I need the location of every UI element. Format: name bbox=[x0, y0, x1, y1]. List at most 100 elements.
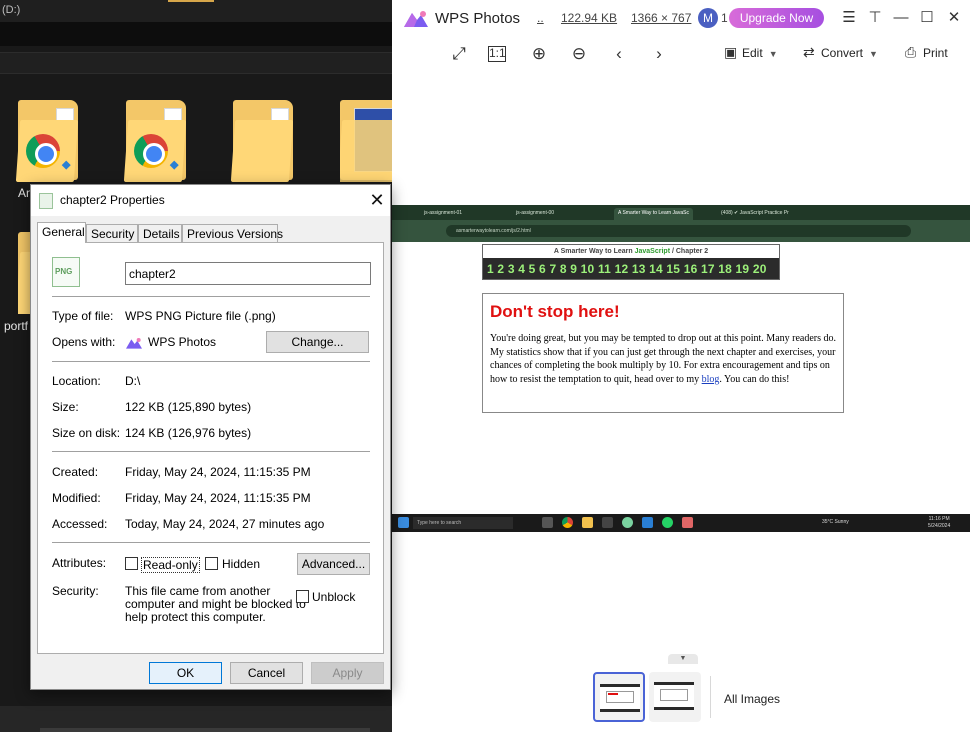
opens-with-label: Opens with: bbox=[52, 335, 116, 349]
ok-button[interactable]: OK bbox=[149, 662, 222, 684]
wps-header: WPS Photos .. 122.94 KB 1366 × 767 M 1 U… bbox=[392, 0, 970, 36]
modified-value: Friday, May 24, 2024, 11:15:35 PM bbox=[125, 491, 311, 505]
edit-button[interactable]: ▣ Edit ▼ bbox=[724, 44, 778, 64]
windows-start-icon bbox=[398, 517, 409, 528]
dialog-titlebar[interactable]: chapter2 Properties ✕ bbox=[31, 185, 390, 216]
security-text-line-3: help protect this computer. bbox=[125, 610, 266, 624]
file-size[interactable]: 122.94 KB bbox=[561, 11, 617, 25]
thumbnail[interactable] bbox=[649, 672, 701, 722]
chrome-icon bbox=[134, 134, 168, 168]
hidden-checkbox[interactable] bbox=[205, 557, 218, 570]
image-tab: (408) ✔ JavaScript Practice Pr bbox=[721, 210, 789, 216]
type-of-file-label: Type of file: bbox=[52, 309, 114, 323]
image-tab: A Smarter Way to Learn JavaSc bbox=[614, 208, 693, 220]
encouragement-text: You're doing great, but you may be tempt… bbox=[490, 333, 837, 385]
fit-screen-icon[interactable]: ⤢ bbox=[448, 43, 470, 65]
convert-button[interactable]: ⇄ Convert ▼ bbox=[803, 44, 878, 64]
security-label: Security: bbox=[52, 584, 99, 598]
explorer-toolbar bbox=[0, 22, 392, 46]
explorer-status-bar bbox=[0, 706, 392, 732]
actual-size-icon[interactable]: 1:1 bbox=[488, 46, 506, 62]
task-view-icon bbox=[542, 517, 553, 528]
size-value: 122 KB (125,890 bytes) bbox=[125, 400, 252, 414]
png-file-icon: PNG bbox=[52, 257, 80, 287]
menu-icon[interactable]: ☰ bbox=[840, 9, 858, 27]
created-label: Created: bbox=[52, 465, 99, 479]
explorer-column-header bbox=[0, 52, 392, 74]
accessed-label: Accessed: bbox=[52, 517, 108, 531]
hidden-label[interactable]: Hidden bbox=[222, 557, 260, 571]
active-tab-indicator bbox=[168, 0, 214, 2]
folder-icon[interactable]: ◆ bbox=[123, 100, 187, 182]
weather-text: 35°C Sunny bbox=[822, 519, 849, 525]
upgrade-button[interactable]: Upgrade Now bbox=[729, 8, 824, 28]
all-images-button[interactable]: All Images bbox=[724, 692, 780, 706]
apply-button[interactable]: Apply bbox=[311, 662, 384, 684]
cancel-button[interactable]: Cancel bbox=[230, 662, 303, 684]
tab-previous-versions[interactable]: Previous Versions bbox=[182, 224, 283, 242]
security-text-line-1: This file came from another bbox=[125, 584, 271, 598]
whatsapp-icon bbox=[662, 517, 673, 528]
tab-security[interactable]: Security bbox=[86, 224, 138, 242]
location-value: D:\ bbox=[125, 374, 141, 388]
encouragement-heading: Don't stop here! bbox=[490, 302, 620, 321]
next-icon[interactable]: › bbox=[648, 43, 670, 65]
print-button[interactable]: ⎙ Print bbox=[905, 44, 948, 64]
file-name-input[interactable] bbox=[125, 262, 371, 285]
zoom-out-icon[interactable]: ⊖ bbox=[568, 43, 590, 65]
displayed-image[interactable]: js-assignment-01 js-assignment-00 A Smar… bbox=[392, 205, 970, 532]
dialog-title: chapter2 Properties bbox=[60, 193, 165, 207]
type-of-file-value: WPS PNG Picture file (.png) bbox=[125, 309, 276, 323]
folder-icon[interactable] bbox=[340, 100, 392, 182]
zoom-in-icon[interactable]: ⊕ bbox=[528, 43, 550, 65]
minimize-icon[interactable]: — bbox=[892, 9, 910, 27]
advanced-button[interactable]: Advanced... bbox=[297, 553, 370, 575]
address-bar[interactable]: (D:) bbox=[0, 0, 392, 22]
change-button[interactable]: Change... bbox=[266, 331, 369, 353]
avatar-count: 1 bbox=[721, 11, 728, 25]
wps-photos-logo-icon bbox=[404, 11, 428, 27]
tab-general[interactable]: General bbox=[37, 222, 86, 243]
readonly-checkbox[interactable] bbox=[125, 557, 138, 570]
previous-icon[interactable]: ‹ bbox=[608, 43, 630, 65]
wps-photos-window: WPS Photos .. 122.94 KB 1366 × 767 M 1 U… bbox=[392, 0, 970, 732]
image-taskbar: Type here to search 35°C Sunny 11:16 PM 5… bbox=[392, 514, 970, 532]
book-header: A Smarter Way to Learn JavaScript / Chap… bbox=[482, 244, 780, 280]
unblock-label[interactable]: Unblock bbox=[312, 590, 355, 604]
collapse-thumbnails-icon[interactable]: ▼ bbox=[668, 654, 698, 664]
divider bbox=[52, 296, 370, 297]
modified-label: Modified: bbox=[52, 491, 101, 505]
app-icon bbox=[622, 517, 633, 528]
opens-with-value: WPS Photos bbox=[148, 335, 217, 349]
close-icon[interactable]: ✕ bbox=[945, 9, 963, 27]
folder-icon[interactable] bbox=[230, 100, 294, 182]
size-on-disk-value: 124 KB (126,976 bytes) bbox=[125, 426, 252, 440]
thumbnail-selected[interactable] bbox=[593, 672, 645, 722]
convert-icon: ⇄ bbox=[803, 44, 815, 60]
folder-icon[interactable]: ◆ bbox=[15, 100, 79, 182]
pin-icon[interactable]: ⊤ bbox=[866, 9, 884, 27]
avatar[interactable]: M bbox=[698, 8, 718, 28]
png-file-icon bbox=[39, 193, 53, 209]
security-text-line-2: computer and might be blocked to bbox=[125, 597, 306, 611]
image-tab: js-assignment-00 bbox=[516, 210, 555, 216]
unblock-checkbox[interactable] bbox=[296, 590, 309, 603]
app-icon bbox=[602, 517, 613, 528]
app-icon bbox=[682, 517, 693, 528]
encouragement-box: Don't stop here! You're doing great, but… bbox=[482, 293, 844, 413]
size-label: Size: bbox=[52, 400, 79, 414]
close-icon[interactable]: ✕ bbox=[367, 189, 387, 211]
thumbnail-separator bbox=[710, 676, 711, 718]
image-browser-tabs: js-assignment-01 js-assignment-00 A Smar… bbox=[392, 205, 970, 220]
image-url: asmarterwaytolearn.com/js/2.html bbox=[446, 225, 911, 237]
divider bbox=[52, 451, 370, 452]
readonly-label[interactable]: Read-only bbox=[141, 557, 200, 573]
image-dimensions[interactable]: 1366 × 767 bbox=[631, 11, 691, 25]
divider bbox=[52, 542, 370, 543]
tab-details[interactable]: Details bbox=[138, 224, 182, 242]
created-value: Friday, May 24, 2024, 11:15:35 PM bbox=[125, 465, 311, 479]
maximize-icon[interactable]: ☐ bbox=[918, 9, 936, 27]
vscode-icon: ◆ bbox=[170, 159, 179, 171]
more-info-link[interactable]: .. bbox=[537, 11, 544, 25]
image-page-content: A Smarter Way to Learn JavaScript / Chap… bbox=[392, 242, 970, 514]
